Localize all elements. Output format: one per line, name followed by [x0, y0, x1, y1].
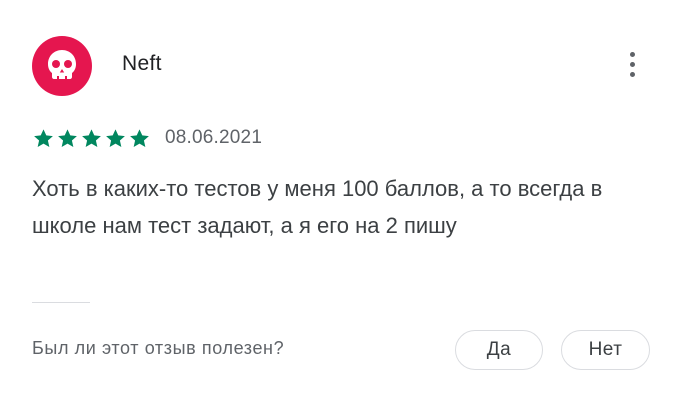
- star-icon: [82, 128, 101, 147]
- helpful-question: Был ли этот отзыв полезен?: [32, 338, 285, 358]
- skull-icon: [48, 50, 76, 79]
- avatar: [32, 36, 92, 96]
- divider: [32, 302, 90, 303]
- star-icon: [130, 128, 149, 147]
- rating-row: 08.06.2021: [32, 126, 262, 150]
- star-icon: [34, 128, 53, 147]
- more-vert-icon[interactable]: [620, 44, 644, 84]
- star-icon: [106, 128, 125, 147]
- review-header: Neft: [32, 36, 652, 96]
- helpful-no-button[interactable]: Нет: [561, 330, 650, 370]
- author-name: Neft: [122, 52, 162, 75]
- review-card: Neft 08.06.2021 Хоть в каких-то тестов у…: [0, 0, 680, 401]
- review-date: 08.06.2021: [165, 127, 263, 148]
- helpful-yes-button[interactable]: Да: [455, 330, 543, 370]
- review-text: Хоть в каких-то тестов у меня 100 баллов…: [32, 176, 603, 238]
- star-rating: [32, 127, 151, 150]
- star-icon: [58, 128, 77, 147]
